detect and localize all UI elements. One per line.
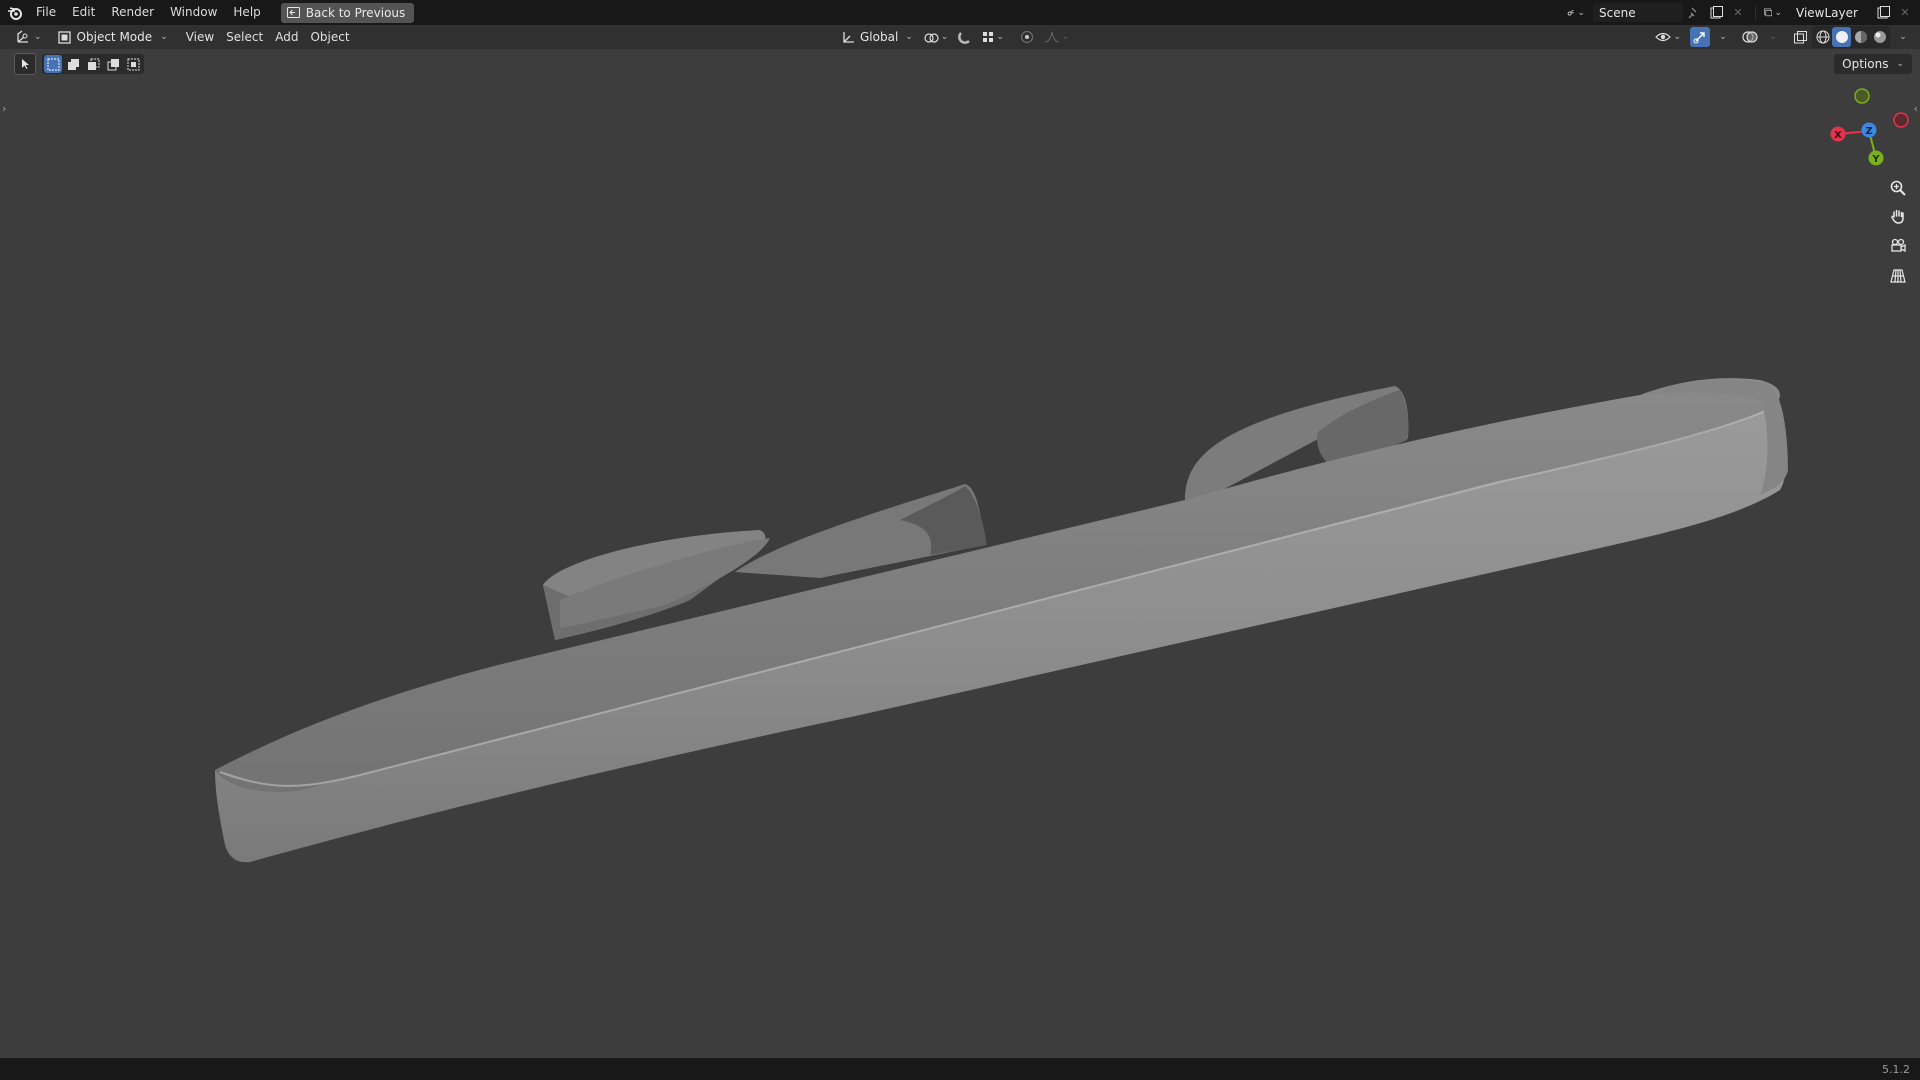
menu-render[interactable]: Render	[103, 0, 162, 25]
back-to-previous-label: Back to Previous	[305, 5, 406, 20]
hand-icon	[1891, 209, 1904, 224]
orientation-icon	[843, 31, 854, 43]
camera-icon	[1891, 238, 1906, 253]
material-icon	[1854, 31, 1867, 43]
scene-name: Scene	[1599, 5, 1636, 20]
navigation-gizmo[interactable]: X Y Z	[1830, 88, 1909, 166]
shading-mode-group	[1812, 26, 1890, 48]
object-mode-icon	[57, 30, 71, 44]
gizmo-dropdown[interactable]: ⌄	[1712, 27, 1732, 47]
scene-name-field[interactable]: Scene	[1593, 3, 1683, 22]
top-bar: File Edit Render Window Help Back to Pre…	[0, 0, 1920, 25]
rendered-shading-button[interactable]	[1870, 27, 1889, 47]
solid-shading-button[interactable]	[1832, 27, 1851, 47]
menu-select[interactable]: Select	[220, 27, 269, 47]
editor-type-button[interactable]: ⌄	[10, 27, 48, 47]
menu-object[interactable]: Object	[304, 27, 355, 47]
xray-toggle[interactable]	[1790, 27, 1810, 47]
overlay-toggle[interactable]	[1740, 27, 1760, 47]
x-negative-axis-icon[interactable]	[1893, 112, 1909, 128]
3d-mesh-object[interactable]	[215, 378, 1788, 863]
delete-view-layer-icon[interactable]: ✕	[1896, 4, 1914, 22]
y-negative-axis-icon[interactable]	[1854, 88, 1870, 104]
delete-scene-icon[interactable]: ✕	[1729, 4, 1747, 22]
mode-label: Object Mode	[76, 30, 153, 44]
transform-orientation-dropdown[interactable]: Global ⌄	[838, 27, 917, 47]
version-label: 5.1.2	[1882, 1063, 1910, 1076]
right-tools: ⌄ ⌄ ⌄ ⌄	[1652, 25, 1912, 49]
visibility-dropdown[interactable]: ⌄	[1652, 27, 1684, 47]
proportional-edit-toggle[interactable]	[1017, 27, 1037, 47]
wireframe-shading-button[interactable]	[1813, 27, 1832, 47]
snap-target-dropdown[interactable]: ⌄	[979, 27, 1007, 47]
gizmo-toggle[interactable]	[1690, 27, 1710, 47]
menu-add[interactable]: Add	[269, 27, 304, 47]
status-bar: 5.1.2	[0, 1058, 1920, 1080]
zoom-icon	[1890, 180, 1906, 196]
xray-icon	[1793, 30, 1807, 43]
overlay-dropdown[interactable]: ⌄	[1762, 27, 1782, 47]
snap-grid-icon	[983, 32, 994, 42]
blender-logo-icon[interactable]	[2, 0, 28, 25]
proportional-icon	[1020, 31, 1033, 43]
pin-icon[interactable]	[1685, 4, 1703, 22]
menu-edit[interactable]: Edit	[64, 0, 103, 25]
overlay-icon	[1742, 31, 1758, 43]
x-axis-label: X	[1834, 130, 1842, 141]
solid-icon	[1835, 31, 1848, 43]
grid-icon	[1890, 269, 1906, 283]
viewport-header: ⌄ Object Mode ⌄ View Select Add Object G…	[0, 25, 1920, 49]
pan-button[interactable]	[1886, 204, 1910, 228]
3d-viewport-icon	[17, 30, 28, 43]
center-tools: Global ⌄ ⌄ ⌄ ⌄	[838, 25, 1072, 49]
y-axis-label: Y	[1871, 154, 1880, 165]
menu-file[interactable]: File	[28, 0, 64, 25]
menu-view[interactable]: View	[180, 27, 220, 47]
camera-view-button[interactable]	[1886, 234, 1910, 258]
gizmo-icon	[1693, 32, 1705, 44]
view-layer-name: ViewLayer	[1796, 5, 1858, 20]
falloff-icon	[1044, 31, 1059, 43]
material-shading-button[interactable]	[1851, 27, 1870, 47]
mode-dropdown[interactable]: Object Mode ⌄	[52, 27, 174, 47]
view-layer-browse-icon[interactable]: ⌄	[1764, 4, 1782, 22]
menu-window[interactable]: Window	[162, 0, 225, 25]
zoom-button[interactable]	[1886, 176, 1910, 200]
eye-icon	[1655, 32, 1672, 42]
menu-help[interactable]: Help	[225, 0, 268, 25]
pivot-point-dropdown[interactable]: ⌄	[921, 27, 952, 47]
pivot-icon	[924, 32, 939, 43]
viewport-canvas[interactable]: X Y Z	[0, 49, 1920, 1059]
shading-dropdown[interactable]: ⌄	[1892, 27, 1912, 47]
rendered-icon	[1873, 31, 1886, 43]
perspective-toggle-button[interactable]	[1886, 264, 1910, 288]
back-icon	[286, 7, 300, 18]
new-scene-icon[interactable]	[1707, 4, 1725, 22]
back-to-previous-button[interactable]: Back to Previous	[280, 2, 415, 23]
magnet-icon	[958, 32, 971, 44]
scene-browse-icon[interactable]: ⌄	[1567, 4, 1585, 22]
falloff-dropdown[interactable]: ⌄	[1041, 27, 1073, 47]
snap-toggle[interactable]	[955, 27, 975, 47]
z-axis-label: Z	[1865, 126, 1872, 137]
orientation-label: Global	[860, 30, 899, 44]
new-view-layer-icon[interactable]	[1874, 4, 1892, 22]
top-right-controls: ⌄ Scene ✕ ⌄ ViewLayer ✕	[1565, 0, 1920, 25]
wireframe-icon	[1816, 30, 1829, 44]
view-layer-field[interactable]: ViewLayer	[1790, 3, 1872, 22]
